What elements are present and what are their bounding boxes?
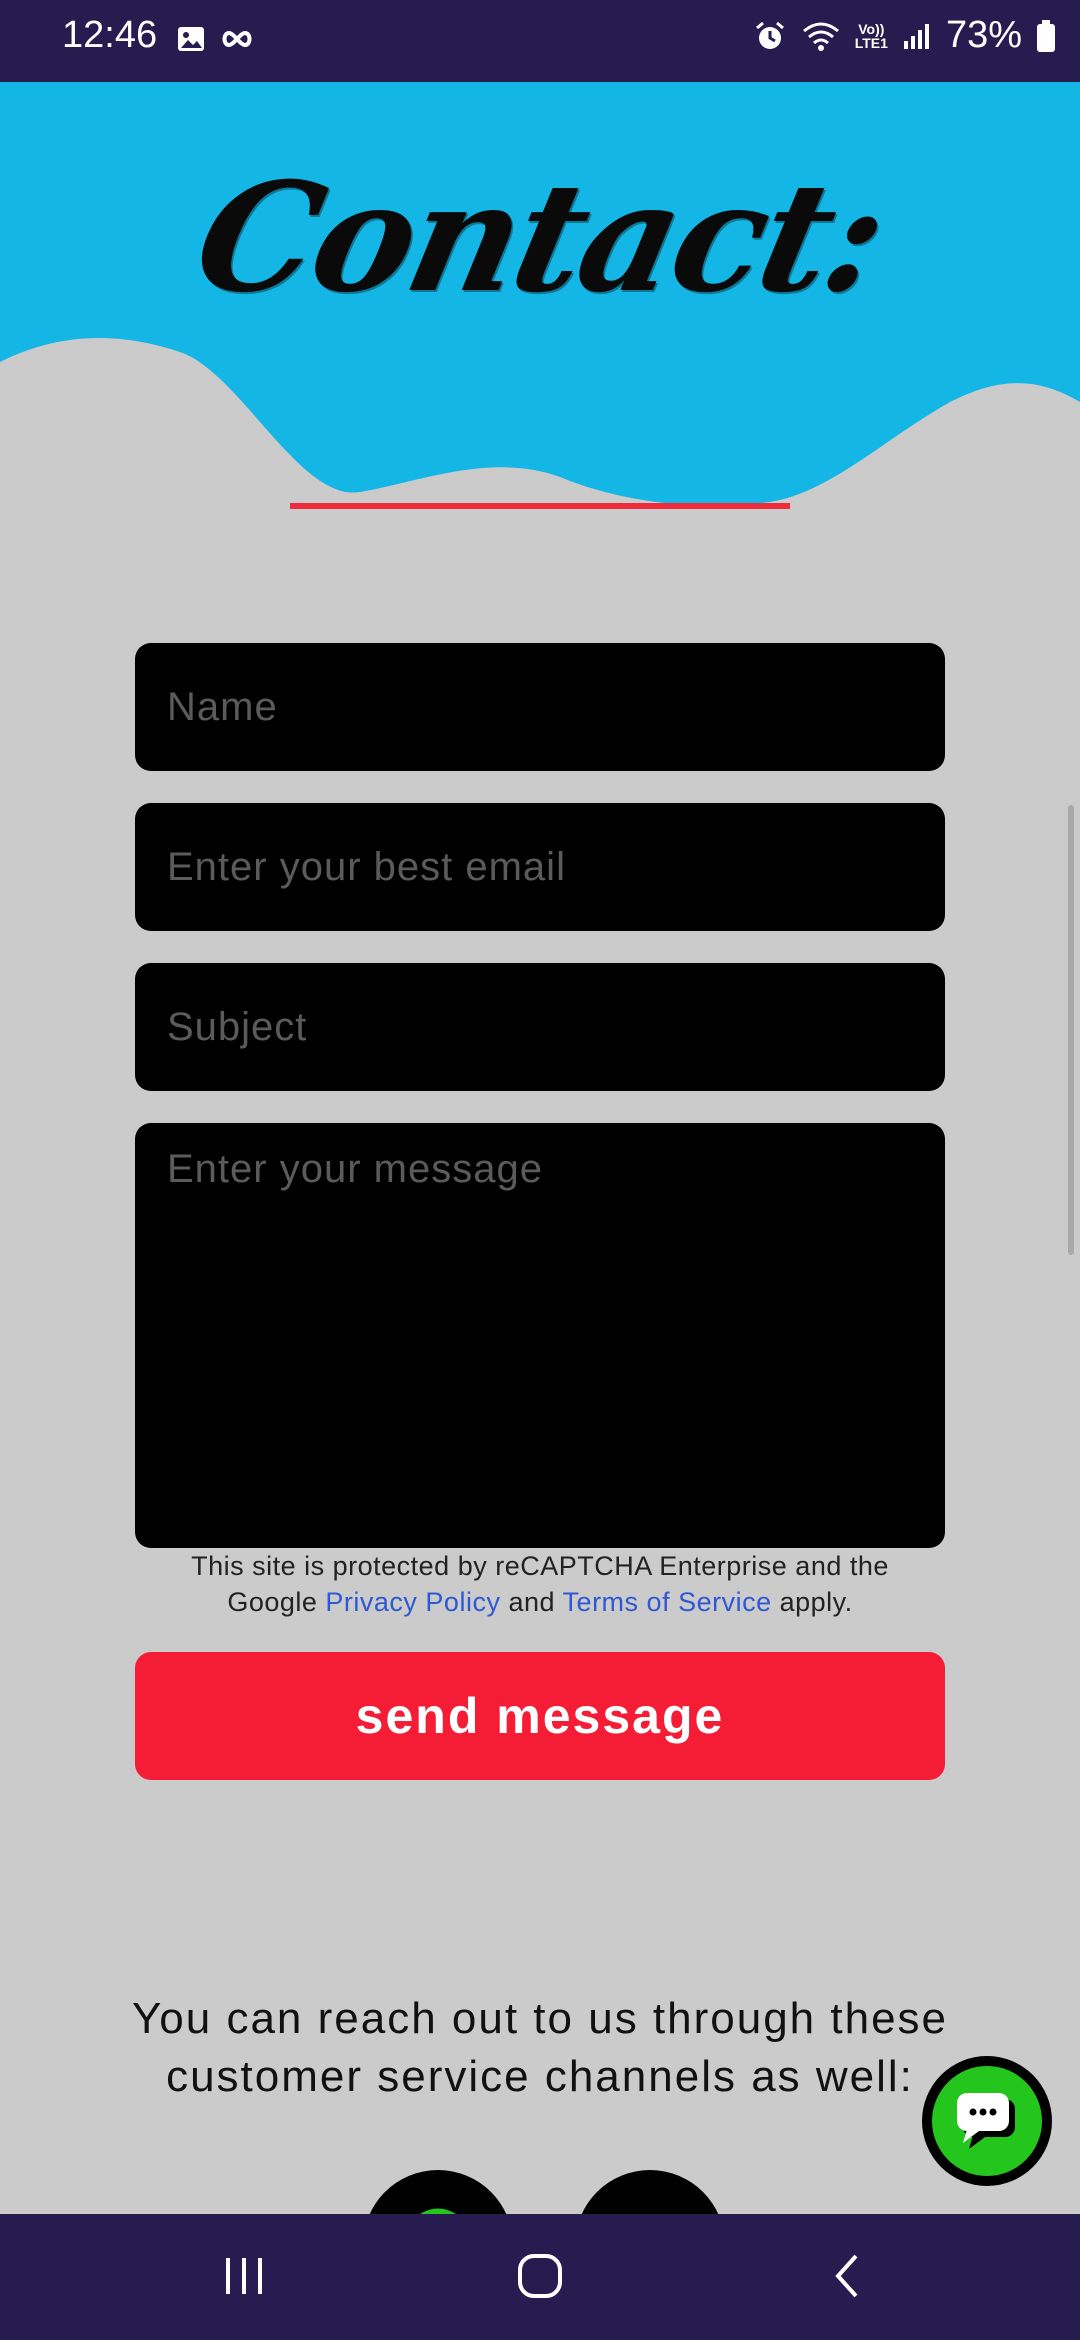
title-underline	[290, 503, 790, 509]
recaptcha-notice: This site is protected by reCAPTCHA Ente…	[135, 1548, 945, 1620]
infinity-icon	[222, 30, 252, 48]
image-icon	[178, 27, 204, 51]
name-input[interactable]: Name	[135, 643, 945, 771]
scrollbar[interactable]	[1068, 805, 1074, 1255]
alarm-icon	[755, 21, 784, 49]
status-time: 12:46	[62, 14, 158, 56]
name-placeholder: Name	[167, 684, 278, 729]
status-left-icons	[176, 24, 254, 54]
chat-fab-button[interactable]	[922, 2056, 1052, 2186]
send-message-button[interactable]: send message	[135, 1652, 945, 1780]
email-input[interactable]: Enter your best email	[135, 803, 945, 931]
privacy-policy-link[interactable]: Privacy Policy	[325, 1587, 500, 1617]
status-right: Vo)) LTE1 73%	[753, 14, 1056, 57]
battery-percent: 73%	[945, 14, 1022, 56]
email-placeholder: Enter your best email	[167, 844, 566, 889]
message-placeholder: Enter your message	[167, 1147, 543, 1191]
message-textarea[interactable]: Enter your message	[135, 1123, 945, 1548]
recaptcha-line2: Google Privacy Policy and Terms of Servi…	[227, 1587, 853, 1617]
contact-title: Contact:	[181, 150, 899, 326]
subject-placeholder: Subject	[167, 1004, 308, 1049]
terms-of-service-link[interactable]: Terms of Service	[563, 1587, 772, 1617]
recent-apps-icon[interactable]	[214, 2246, 274, 2306]
chat-bubble-icon	[957, 2093, 1015, 2149]
navigation-bar	[0, 2214, 1080, 2340]
recaptcha-line1: This site is protected by reCAPTCHA Ente…	[191, 1551, 889, 1581]
network-label: Vo)) LTE1	[854, 20, 888, 51]
subject-input[interactable]: Subject	[135, 963, 945, 1091]
back-icon[interactable]	[818, 2246, 878, 2306]
status-bar: 12:46 Vo)) LTE1 73%	[0, 0, 1080, 82]
home-icon[interactable]	[510, 2246, 570, 2306]
battery-icon	[1037, 19, 1055, 52]
reach-out-text: You can reach out to us through these cu…	[131, 1994, 949, 2101]
signal-icon	[903, 23, 929, 49]
wifi-icon	[802, 22, 839, 51]
